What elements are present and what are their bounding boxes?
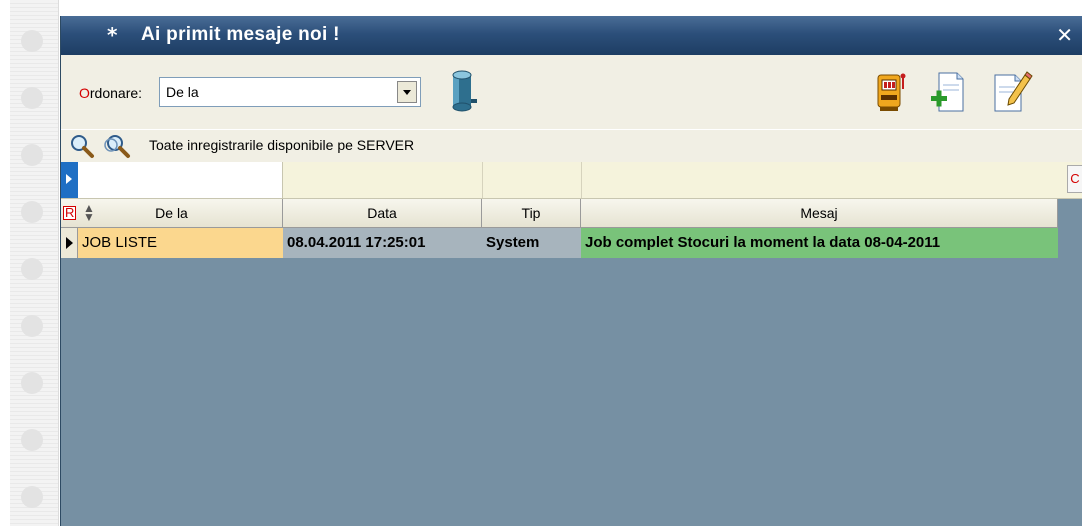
binding-hole bbox=[21, 486, 43, 508]
order-select-value: De la bbox=[166, 84, 199, 100]
clear-filter-button[interactable]: C bbox=[1067, 165, 1082, 193]
binding-hole bbox=[21, 372, 43, 394]
filter-description: Toate inregistrarile disponibile pe SERV… bbox=[149, 137, 415, 153]
notebook-spiral-binding bbox=[10, 0, 59, 526]
column-header-de-la[interactable]: R ▲ ▼ De la bbox=[61, 199, 283, 227]
filter-bar: Toate inregistrarile disponibile pe SERV… bbox=[61, 129, 1082, 163]
grid-header: R ▲ ▼ De la Data Tip Mesaj bbox=[61, 199, 1058, 228]
close-button[interactable]: ✕ bbox=[1056, 23, 1073, 47]
binding-hole bbox=[21, 429, 43, 451]
window-title: Ai primit mesaje noi ! bbox=[141, 24, 340, 45]
chevron-down-icon[interactable] bbox=[397, 81, 417, 103]
title-bar: * Ai primit mesaje noi ! ✕ bbox=[61, 16, 1082, 55]
order-select[interactable]: De la bbox=[159, 77, 421, 107]
filter-edit-row: C bbox=[61, 162, 1082, 199]
edit-document-icon[interactable] bbox=[989, 69, 1033, 115]
toolbar: Ordonare: De la bbox=[61, 55, 1082, 136]
order-label: Ordonare: bbox=[79, 85, 143, 101]
messages-window: * Ai primit mesaje noi ! ✕ Ordonare: De … bbox=[60, 16, 1082, 526]
search-all-icon[interactable] bbox=[101, 133, 135, 159]
sort-icon[interactable]: ▲ ▼ bbox=[83, 202, 95, 223]
column-header-tip[interactable]: Tip bbox=[482, 199, 581, 227]
edit-row-indicator-icon bbox=[61, 162, 78, 198]
binding-hole bbox=[21, 87, 43, 109]
column-header-label: Data bbox=[367, 205, 397, 221]
database-icon[interactable] bbox=[449, 69, 483, 113]
search-icon[interactable] bbox=[69, 133, 95, 159]
binding-hole bbox=[21, 258, 43, 280]
cell-tip[interactable]: System bbox=[482, 228, 581, 258]
column-header-label: Tip bbox=[521, 205, 541, 221]
cell-de-la[interactable]: JOB LISTE bbox=[78, 228, 283, 258]
cell-mesaj[interactable]: Job complet Stocuri la moment la data 08… bbox=[581, 228, 1058, 258]
column-header-data[interactable]: Data bbox=[283, 199, 482, 227]
filter-input-de-la[interactable] bbox=[78, 162, 283, 198]
column-separator bbox=[482, 162, 483, 198]
current-row-indicator-icon bbox=[61, 228, 78, 258]
column-header-label: De la bbox=[155, 205, 188, 221]
new-document-icon[interactable] bbox=[927, 69, 967, 115]
column-separator bbox=[581, 162, 582, 198]
binding-hole bbox=[21, 315, 43, 337]
row-marker-button[interactable]: R bbox=[63, 206, 77, 220]
cell-data[interactable]: 08.04.2011 17:25:01 bbox=[283, 228, 482, 258]
slot-machine-icon[interactable] bbox=[873, 69, 909, 115]
binding-hole bbox=[21, 30, 43, 52]
column-header-mesaj[interactable]: Mesaj bbox=[581, 199, 1058, 227]
title-star-icon: * bbox=[107, 23, 118, 47]
column-header-label: Mesaj bbox=[800, 205, 838, 221]
binding-hole bbox=[21, 201, 43, 223]
binding-hole bbox=[21, 144, 43, 166]
